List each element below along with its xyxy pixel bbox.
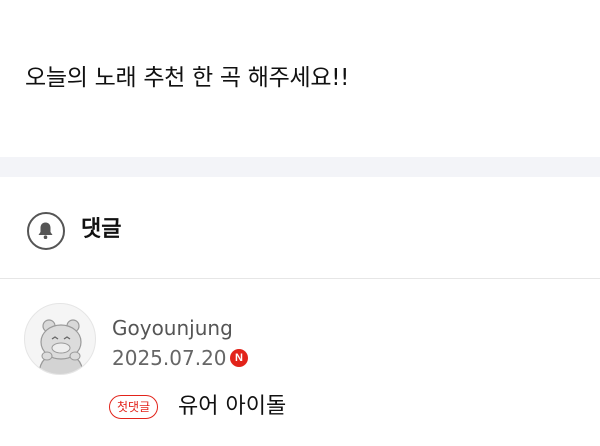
comment-author[interactable]: Goyounjung [112,315,233,341]
comments-header: 댓글 [0,177,600,279]
post-text: 오늘의 노래 추천 한 곡 해주세요!! [25,65,350,91]
avatar-character-icon [38,319,84,374]
comments-title: 댓글 [81,217,122,242]
comment-item: Goyounjung 2025.07.20 N 첫댓글 유어 아이돌 [0,279,600,446]
section-divider [0,157,600,177]
comment-text: 유어 아이돌 [178,394,287,419]
naver-badge-icon: N [230,349,248,367]
comment-date: 2025.07.20 [112,346,227,370]
notification-bell-button[interactable] [27,212,65,250]
page: 오늘의 노래 추천 한 곡 해주세요!! 댓글 Goyounjung 2025.… [0,0,600,446]
avatar[interactable] [24,303,96,375]
post-body: 오늘의 노래 추천 한 곡 해주세요!! [0,0,600,157]
first-comment-badge: 첫댓글 [109,395,159,419]
bell-icon [38,222,53,239]
